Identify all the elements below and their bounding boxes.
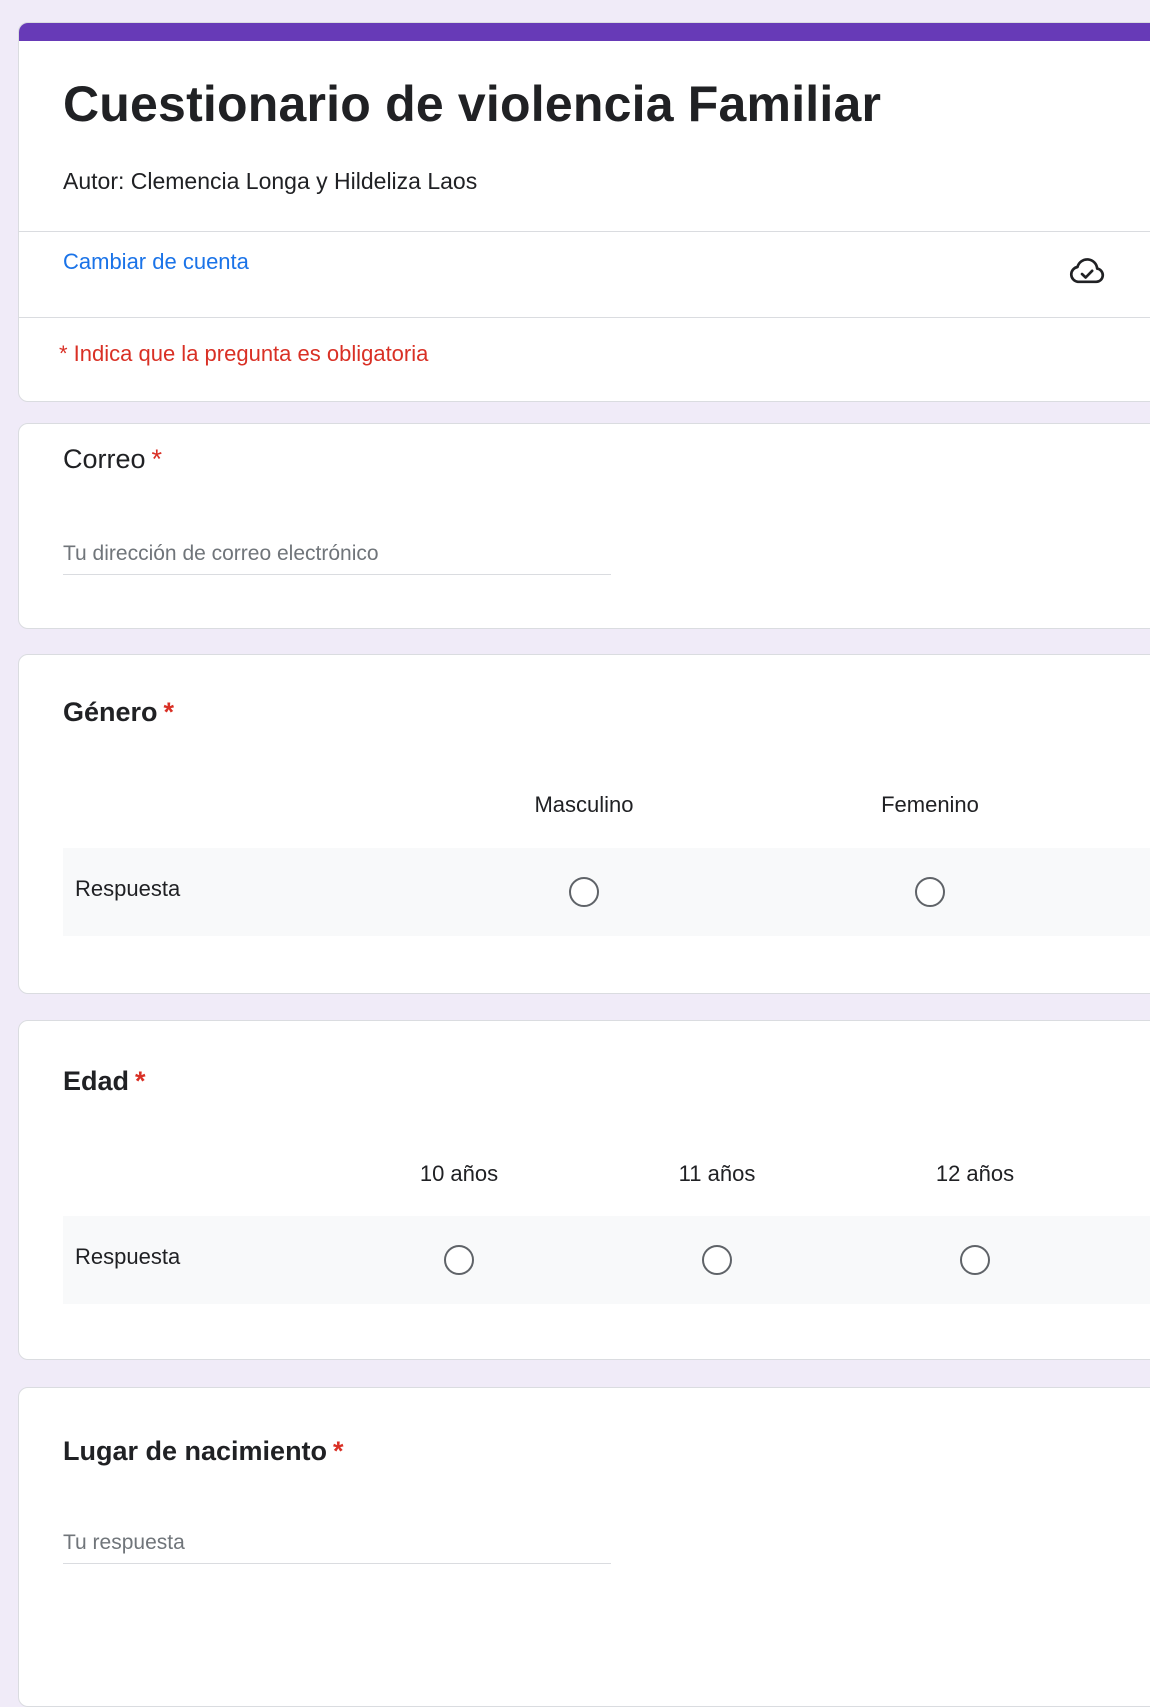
question-title-text: Lugar de nacimiento <box>63 1436 328 1466</box>
question-title: Correo * <box>63 444 162 475</box>
question-card-genero: Género * Masculino Femenino Respuesta <box>18 654 1150 994</box>
grid-row-respuesta: Respuesta <box>63 1216 1150 1304</box>
row-label: Respuesta <box>75 876 181 901</box>
form-description: Autor: Clemencia Longa y Hildeliza Laos <box>63 168 478 194</box>
radio-masculino[interactable] <box>569 877 599 907</box>
switch-account-link[interactable]: Cambiar de cuenta <box>63 249 249 275</box>
radio-12-anos[interactable] <box>960 1245 990 1275</box>
radio-femenino[interactable] <box>915 877 945 907</box>
question-card-lugar: Lugar de nacimiento * <box>18 1387 1150 1707</box>
radio-11-anos[interactable] <box>702 1245 732 1275</box>
form-title: Cuestionario de violencia Familiar <box>63 76 882 132</box>
header-accent-bar <box>19 23 1150 41</box>
question-card-correo: Correo * <box>18 423 1150 629</box>
required-asterisk: * <box>333 1436 344 1466</box>
required-note: * Indica que la pregunta es obligatoria <box>59 341 429 366</box>
birthplace-input[interactable] <box>63 1523 611 1564</box>
column-label-10: 10 años <box>419 1161 499 1186</box>
radio-10-anos[interactable] <box>444 1245 474 1275</box>
question-title-text: Correo <box>63 444 146 474</box>
question-title: Género * <box>63 697 174 728</box>
column-label-11: 11 años <box>678 1161 756 1186</box>
column-label-femenino: Femenino <box>881 792 979 817</box>
divider <box>19 231 1150 232</box>
form-header-card: Cuestionario de violencia Familiar Autor… <box>18 22 1150 402</box>
question-title-text: Género <box>63 697 158 727</box>
required-asterisk: * <box>163 697 175 727</box>
email-input[interactable] <box>63 534 611 575</box>
cloud-check-icon <box>1069 258 1105 284</box>
question-title-text: Edad <box>63 1066 130 1096</box>
required-asterisk: * <box>151 444 163 474</box>
question-card-edad: Edad * 10 años 11 años 12 años Respuesta <box>18 1020 1150 1360</box>
question-title: Edad * <box>63 1066 146 1097</box>
required-asterisk: * <box>135 1066 146 1096</box>
divider <box>19 317 1150 318</box>
grid-row-respuesta: Respuesta <box>63 848 1150 936</box>
column-label-masculino: Masculino <box>534 792 634 817</box>
row-label: Respuesta <box>75 1244 181 1269</box>
column-label-12: 12 años <box>935 1161 1015 1186</box>
question-title: Lugar de nacimiento * <box>63 1436 344 1467</box>
